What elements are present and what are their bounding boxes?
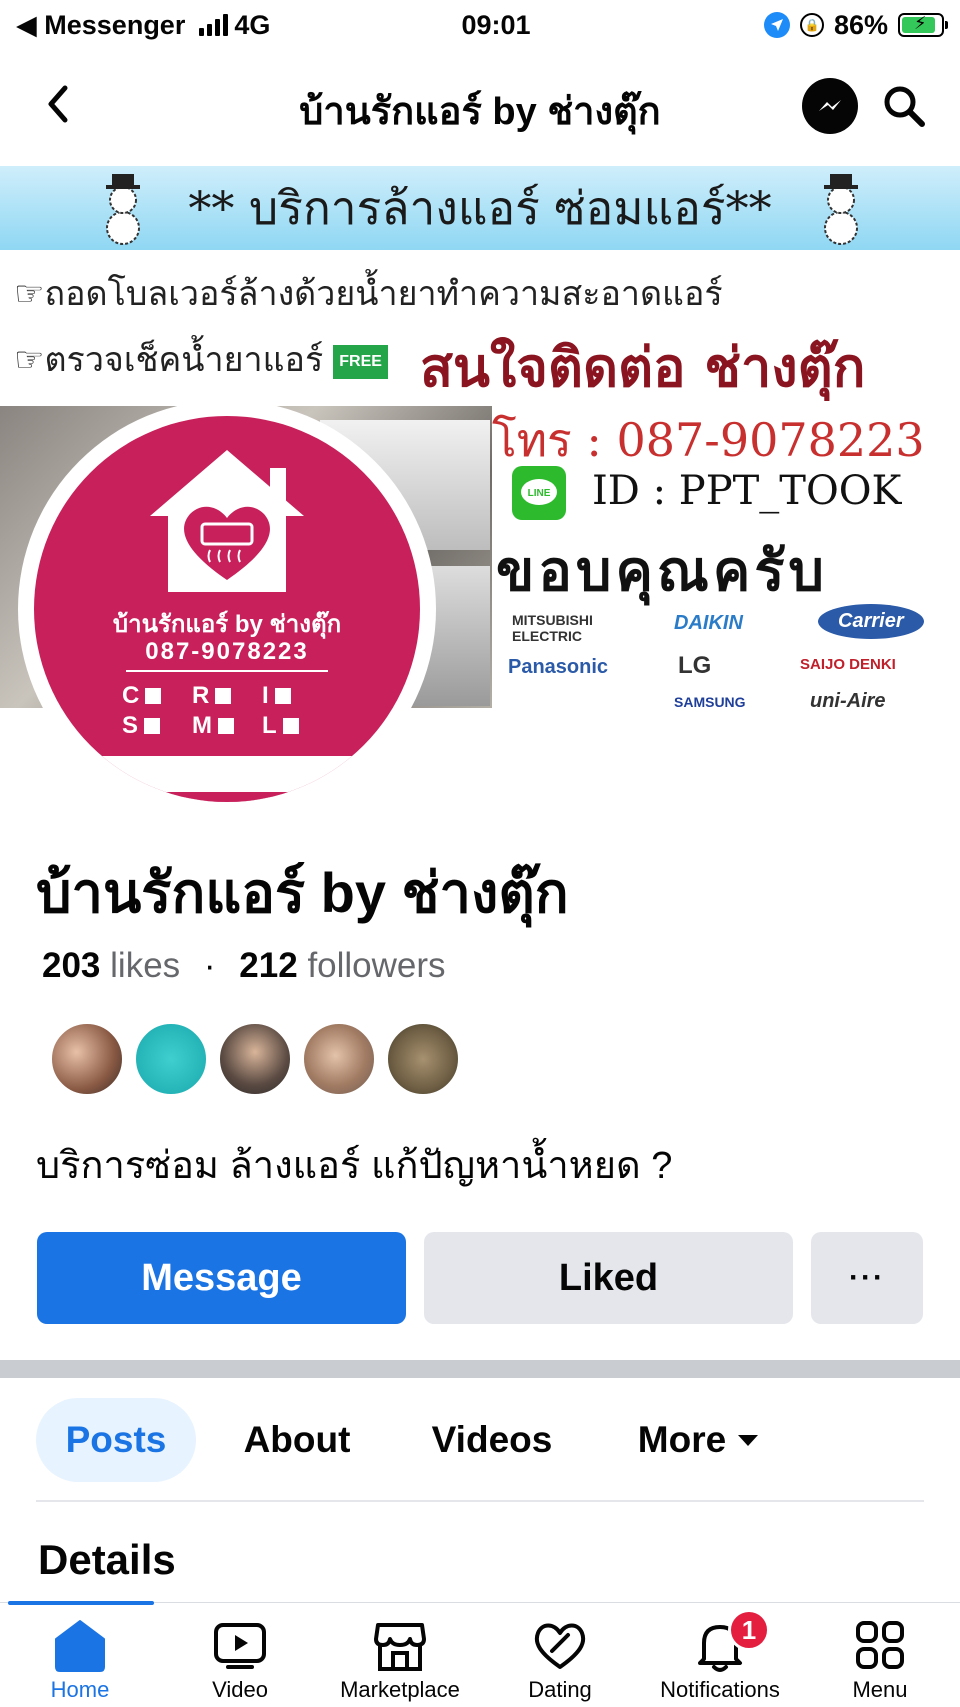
cover-line-id: ID : PPT_TOOK: [592, 468, 902, 514]
cover-contact-heading: สนใจติดต่อ ช่างตุ๊ก: [420, 336, 866, 399]
nav-marketplace-label: Marketplace: [340, 1677, 460, 1702]
messenger-button[interactable]: [802, 78, 858, 134]
orientation-lock-icon: 🔒: [799, 13, 824, 37]
more-options-button[interactable]: ···: [811, 1232, 923, 1324]
followers-label[interactable]: followers: [307, 946, 445, 985]
clock: 09:01: [461, 9, 531, 40]
nav-menu-label: Menu: [852, 1677, 908, 1702]
nav-dating-label: Dating: [528, 1677, 592, 1702]
nav-video-label: Video: [212, 1677, 268, 1702]
brand-logo: MITSUBISHI ELECTRIC: [512, 612, 593, 644]
likes-label[interactable]: likes: [110, 946, 180, 985]
brand-logo: LG: [678, 652, 712, 679]
page-stats: 203 likes · 212 followers: [42, 946, 446, 986]
bottom-navigation: Home Video Marketplace Dating 1 Notifica…: [0, 1601, 960, 1707]
free-badge: FREE: [333, 345, 388, 379]
avatar-bottom-arc: [144, 792, 314, 802]
brand-logo: Panasonic: [508, 656, 609, 678]
page-tabs: Posts About Videos More: [36, 1398, 924, 1482]
tab-about[interactable]: About: [232, 1398, 362, 1482]
snowman-icon: [824, 174, 858, 245]
cover-service-line: ☞ตรวจเช็คน้ำยาแอร์ FREE: [14, 332, 388, 386]
marketplace-icon: [374, 1623, 426, 1671]
avatar-letter-grid: C R I S M L: [122, 682, 332, 740]
avatar-phone: 087-9078223: [145, 638, 309, 665]
nav-notifications-label: Notifications: [660, 1677, 780, 1702]
chevron-left-icon: [48, 85, 68, 123]
message-button[interactable]: Message: [37, 1232, 406, 1324]
avatar-grid-letter: M: [192, 712, 262, 740]
brand-logo: DAIKIN: [674, 612, 743, 634]
friends-who-like-faces[interactable]: [50, 1022, 460, 1096]
cover-banner-text: ** บริการล้างแอร์ ซ่อมแอร์**: [188, 180, 772, 235]
likes-count: 203: [42, 946, 101, 985]
nav-dating[interactable]: Dating: [480, 1615, 640, 1703]
messenger-icon: [819, 100, 841, 111]
avatar: [134, 1022, 208, 1096]
profile-picture[interactable]: บ้านรักแอร์ by ช่างตุ๊ก 087-9078223 C R …: [34, 416, 420, 802]
avatar: [218, 1022, 292, 1096]
back-button[interactable]: [34, 80, 82, 128]
snowman-icon: [106, 174, 140, 245]
header-title: บ้านรักแอร์ by ช่างตุ๊ก: [299, 91, 661, 133]
tab-more[interactable]: More: [628, 1398, 768, 1482]
section-divider: [0, 1360, 960, 1378]
details-heading: Details: [38, 1536, 176, 1583]
svg-text:LINE: LINE: [528, 488, 551, 499]
nav-marketplace[interactable]: Marketplace: [320, 1615, 480, 1703]
tab-videos[interactable]: Videos: [422, 1398, 562, 1482]
page-header: บ้านรักแอร์ by ช่างตุ๊ก: [0, 50, 960, 162]
notification-badge: 1: [728, 1609, 770, 1651]
active-tab-indicator: [8, 1601, 154, 1605]
home-icon: [55, 1620, 105, 1672]
avatar-divider: [126, 670, 328, 672]
cover-check-text: ☞ตรวจเช็คน้ำยาแอร์: [14, 340, 324, 380]
brand-logo: uni-Aire: [810, 690, 886, 708]
avatar: [386, 1022, 460, 1096]
nav-menu[interactable]: Menu: [800, 1615, 960, 1703]
cover-banner: ** บริการล้างแอร์ ซ่อมแอร์**: [0, 166, 960, 250]
nav-video[interactable]: Video: [160, 1615, 320, 1703]
battery-icon: ⚡: [898, 13, 948, 37]
brand-logos: MITSUBISHI ELECTRIC DAIKIN Carrier Panas…: [506, 594, 960, 708]
liked-button[interactable]: Liked: [424, 1232, 793, 1324]
avatar: [302, 1022, 376, 1096]
network-type: 4G: [234, 9, 271, 40]
page-bio: บริการซ่อม ล้างแอร์ แก้ปัญหาน้ำหยด ?: [36, 1145, 673, 1187]
tab-posts[interactable]: Posts: [36, 1398, 196, 1482]
avatar-grid-letter: I: [262, 682, 332, 710]
line-app-icon: LINE: [512, 466, 566, 520]
avatar-grid-letter: L: [262, 712, 332, 740]
video-icon: [214, 1623, 266, 1669]
nav-home[interactable]: Home: [0, 1615, 160, 1703]
house-heart-aircon-icon: [150, 450, 304, 592]
cellular-signal-icon: [199, 14, 229, 36]
brand-logo: SAIJO DENKI: [800, 656, 896, 673]
tab-more-label: More: [637, 1419, 727, 1460]
followers-count: 212: [239, 946, 298, 985]
brand-logo: SAMSUNG: [674, 694, 746, 708]
avatar-grid-letter: S: [122, 712, 192, 740]
page-name: บ้านรักแอร์ by ช่างตุ๊ก: [36, 861, 569, 924]
cover-service-line: ☞ถอดโบลเวอร์ล้างด้วยน้ำยาทำความสะอาดแอร์: [14, 274, 723, 314]
status-bar: ◀ Messenger 4G 09:01 🔒 86% ⚡: [0, 0, 960, 50]
menu-grid-icon: [856, 1621, 904, 1669]
tabs-divider: [36, 1500, 924, 1502]
nav-home-label: Home: [50, 1677, 110, 1702]
search-button[interactable]: [876, 78, 932, 134]
stats-separator: ·: [203, 946, 216, 985]
dating-heart-icon: [534, 1623, 586, 1669]
caret-down-icon: [738, 1434, 759, 1446]
avatar-grid-letter: R: [192, 682, 262, 710]
brand-logo: Carrier: [818, 604, 924, 639]
avatar-grid-letter: C: [122, 682, 192, 710]
nav-notifications[interactable]: 1 Notifications: [640, 1609, 800, 1703]
search-icon: [884, 86, 925, 127]
location-arrow-icon: [763, 12, 790, 38]
back-to-app-link[interactable]: ◀ Messenger: [16, 10, 185, 41]
avatar: [50, 1022, 124, 1096]
battery-percent: 86%: [833, 9, 888, 40]
